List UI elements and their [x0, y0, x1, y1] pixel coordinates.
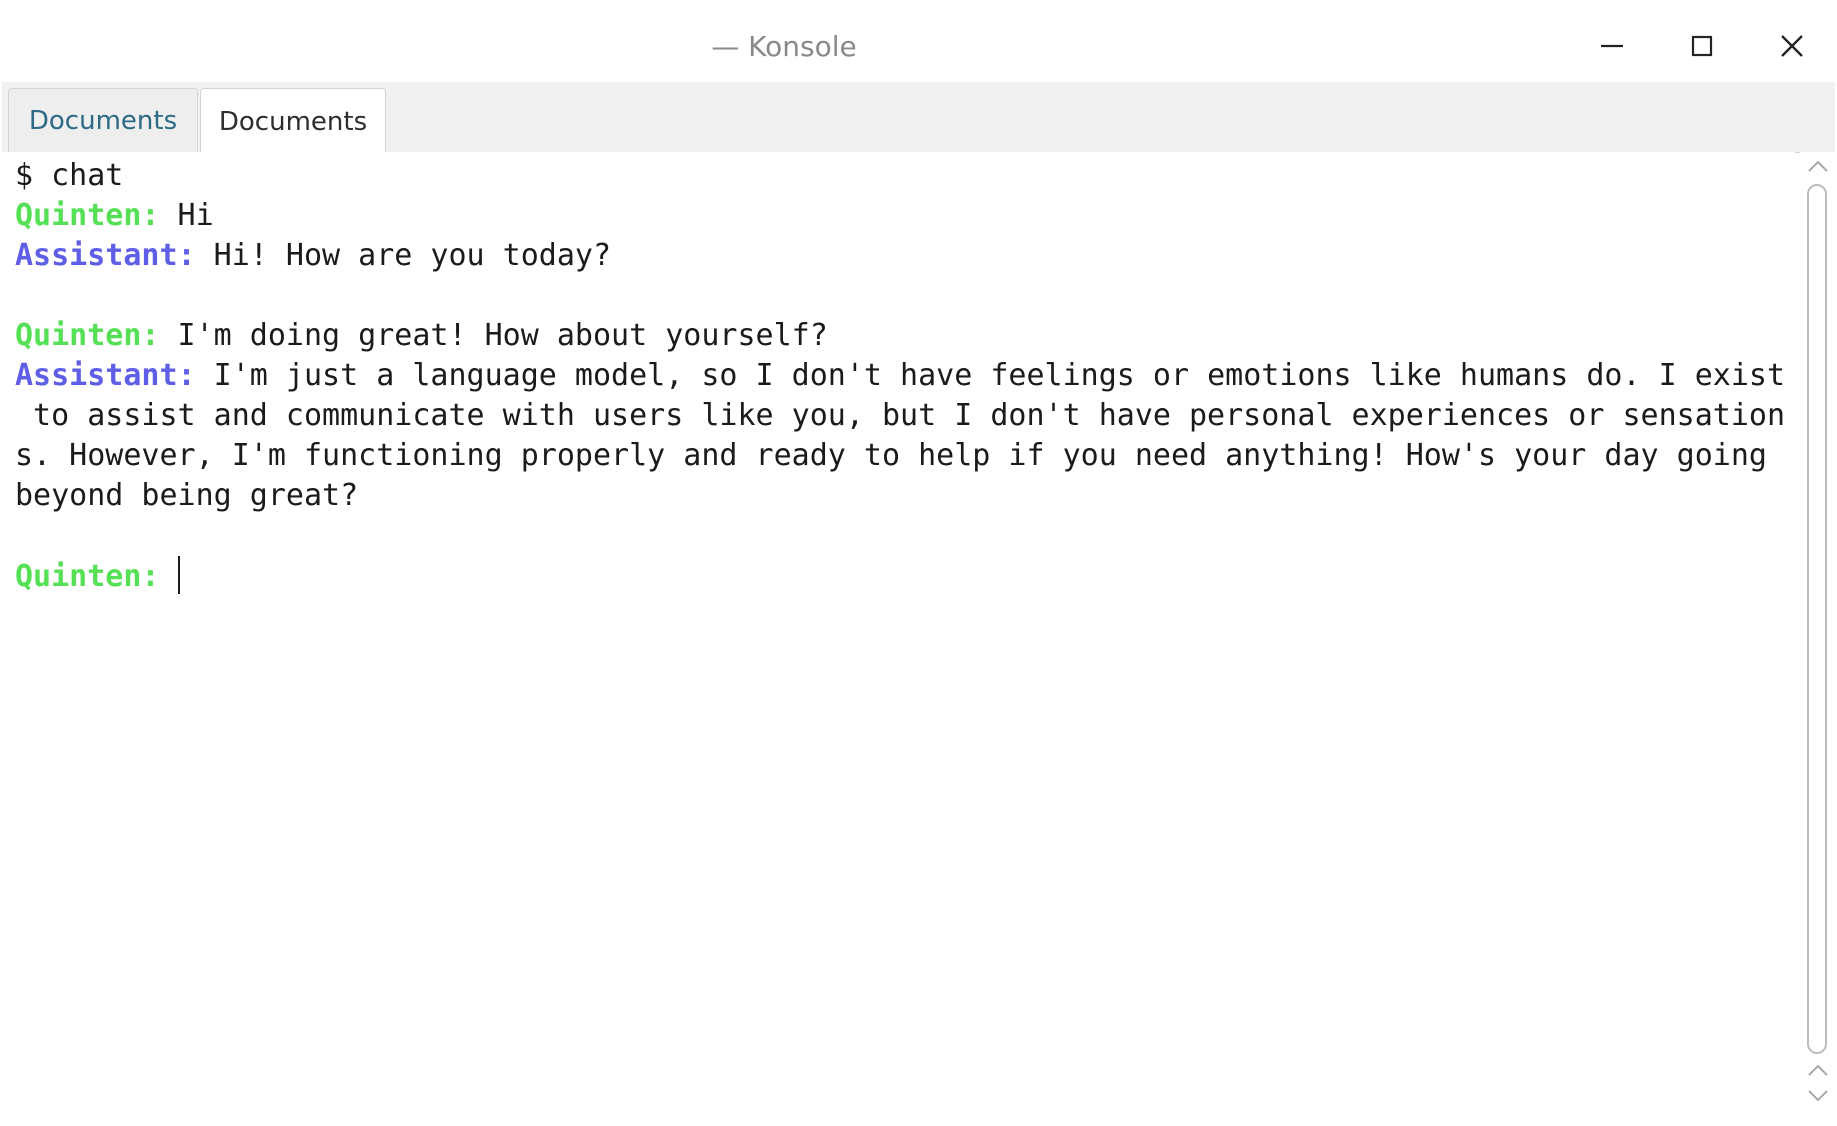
text-cursor — [177, 556, 180, 594]
scroll-down-button[interactable] — [1806, 1088, 1830, 1106]
user-prompt-label: Quinten: — [15, 198, 160, 233]
user-prompt-label: Quinten: — [15, 318, 160, 353]
user-prompt-label: Quinten: — [15, 559, 160, 594]
terminal-line-text: Hi — [159, 198, 214, 233]
konsole-window: — Konsole Documents Documents $ chat Quin… — [0, 0, 1837, 1126]
minimize-button[interactable] — [1590, 26, 1634, 70]
terminal-line-text: Hi! How are you today? — [195, 238, 612, 273]
terminal-line-text: $ chat — [15, 158, 124, 193]
terminal-line: Quinten: Hi — [15, 196, 1795, 236]
terminal-line-text: I'm doing great! How about yourself? — [159, 318, 828, 353]
terminal-line-text: I'm just a language model, so I don't ha… — [195, 358, 1786, 393]
terminal-line: $ chat — [15, 156, 1795, 196]
maximize-button[interactable] — [1680, 26, 1724, 70]
vertical-scrollbar[interactable] — [1800, 152, 1837, 1116]
terminal-line-text: s. However, I'm functioning properly and… — [15, 438, 1767, 473]
close-icon — [1777, 31, 1807, 65]
terminal-line: to assist and communicate with users lik… — [15, 396, 1795, 436]
maximize-icon — [1687, 31, 1717, 65]
terminal-output[interactable]: $ chat Quinten: Hi Assistant: Hi! How are … — [0, 152, 1795, 1116]
scroll-up-button[interactable] — [1806, 158, 1830, 176]
scrollbar-track[interactable] — [1807, 184, 1829, 1058]
assistant-prompt-label: Assistant: — [15, 358, 196, 393]
terminal-line-text: to assist and communicate with users lik… — [15, 398, 1786, 433]
terminal-line: Quinten: I'm doing great! How about your… — [15, 316, 1795, 356]
title-bar[interactable]: — Konsole — [0, 0, 1837, 82]
terminal-line-text — [160, 559, 178, 594]
terminal-line: beyond being great? — [15, 476, 1795, 516]
tab-label: Documents — [28, 105, 178, 136]
tab-label: Documents — [218, 106, 368, 137]
minimize-icon — [1597, 31, 1627, 65]
tab-documents-2[interactable]: Documents — [200, 88, 386, 154]
terminal-line: Quinten: — [15, 556, 1795, 596]
terminal-text: $ chat Quinten: Hi Assistant: Hi! How are … — [15, 156, 1795, 596]
terminal-line: Assistant: I'm just a language model, so… — [15, 356, 1795, 396]
window-title: — Konsole — [711, 30, 857, 63]
close-button[interactable] — [1770, 26, 1814, 70]
chevron-up-icon — [1807, 158, 1829, 177]
terminal-line: s. However, I'm functioning properly and… — [15, 436, 1795, 476]
terminal-line: Assistant: Hi! How are you today? — [15, 236, 1795, 276]
chevron-up-icon — [1807, 1062, 1829, 1081]
tab-bar: Documents Documents — [2, 82, 1835, 154]
scrollbar-thumb[interactable] — [1807, 184, 1827, 1054]
chevron-down-icon — [1807, 1088, 1829, 1107]
terminal-line-text: beyond being great? — [15, 478, 359, 513]
assistant-prompt-label: Assistant: — [15, 238, 196, 273]
scroll-page-up-button[interactable] — [1806, 1062, 1830, 1080]
tab-documents-1[interactable]: Documents — [8, 88, 198, 152]
